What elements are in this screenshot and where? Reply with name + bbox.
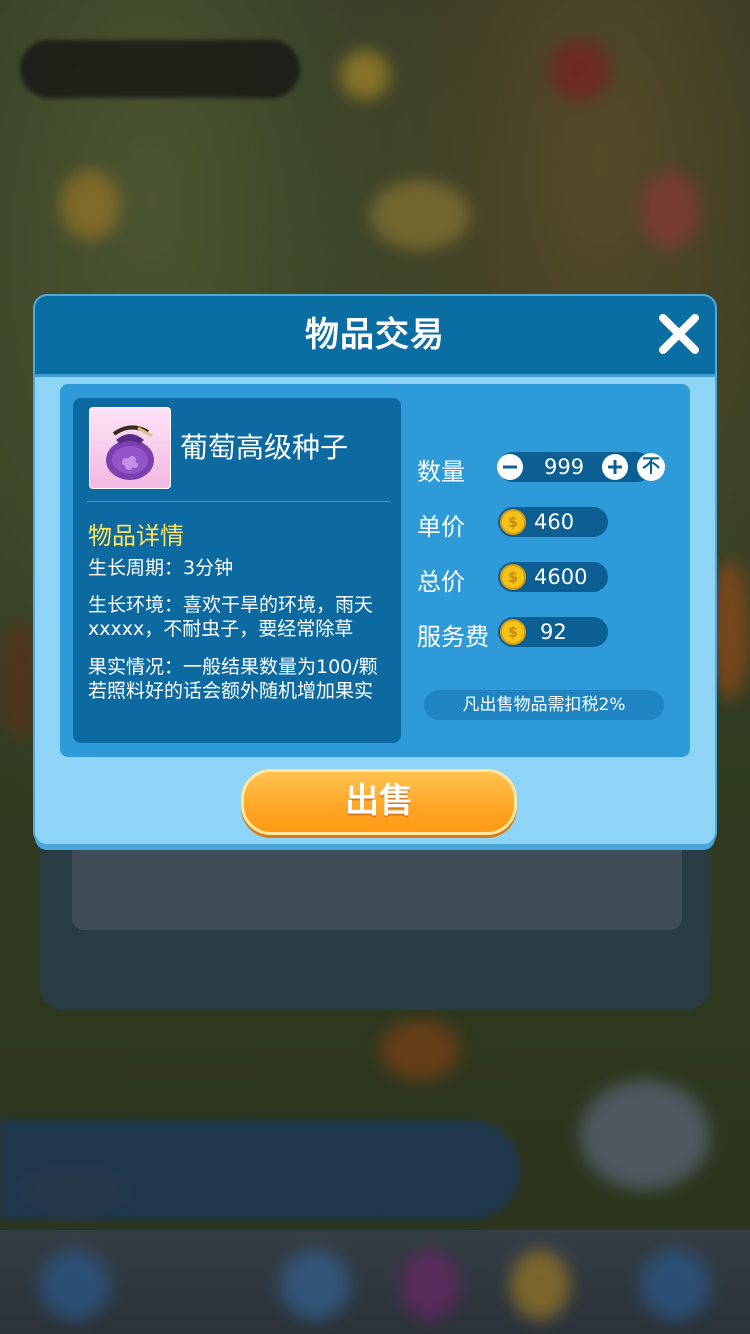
- total-price-value: 4600: [534, 565, 588, 589]
- trade-dialog: 物品交易 葡萄高级种子 物品详情 生长周期：3分钟 生长环境：喜欢干旱的环境，雨…: [35, 296, 715, 844]
- seed-bag-icon: [106, 425, 154, 480]
- tax-note: 凡出售物品需扣税2%: [424, 690, 664, 720]
- quantity-label: 数量: [417, 458, 465, 486]
- close-icon: [659, 314, 699, 354]
- detail-title: 物品详情: [88, 522, 184, 550]
- environment-text-line1: 生长环境：喜欢干旱的环境，雨天: [88, 594, 374, 616]
- sell-button[interactable]: 出售: [241, 769, 517, 835]
- svg-text:$: $: [508, 515, 518, 531]
- minus-icon: [497, 454, 523, 480]
- decrease-quantity-button[interactable]: [496, 453, 524, 481]
- dialog-title: 物品交易: [305, 315, 445, 355]
- close-button[interactable]: [657, 312, 701, 356]
- plus-icon: [602, 454, 628, 480]
- increase-quantity-button[interactable]: [601, 453, 629, 481]
- service-fee-label: 服务费: [417, 623, 489, 651]
- unit-price-value: 460: [534, 510, 575, 534]
- item-name: 葡萄高级种子: [180, 431, 349, 464]
- total-price-label: 总价: [417, 568, 465, 596]
- fruit-text-line2: 若照料好的话会额外随机增加果实: [88, 680, 374, 702]
- coin-icon: $: [500, 564, 526, 590]
- item-image: [89, 407, 171, 489]
- divider: [87, 501, 391, 502]
- service-fee-value: 92: [540, 620, 567, 644]
- fruit-text-line1: 果实情况：一般结果数量为100/颗: [88, 656, 378, 678]
- growth-cycle-text: 生长周期：3分钟: [88, 557, 234, 579]
- item-detail-card: 葡萄高级种子 物品详情 生长周期：3分钟 生长环境：喜欢干旱的环境，雨天 xxx…: [73, 398, 401, 743]
- unit-price-label: 单价: [417, 513, 465, 541]
- quantity-value[interactable]: 999: [544, 452, 584, 482]
- environment-text-line2: xxxxx，不耐虫子，要经常除草: [88, 618, 354, 640]
- dialog-header: 物品交易: [35, 296, 715, 377]
- dialog-content: 葡萄高级种子 物品详情 生长周期：3分钟 生长环境：喜欢干旱的环境，雨天 xxx…: [60, 384, 690, 757]
- svg-text:$: $: [508, 570, 518, 586]
- coin-icon: $: [500, 619, 526, 645]
- coin-icon: $: [500, 509, 526, 535]
- svg-text:$: $: [508, 625, 518, 641]
- max-quantity-button[interactable]: 不: [637, 453, 665, 481]
